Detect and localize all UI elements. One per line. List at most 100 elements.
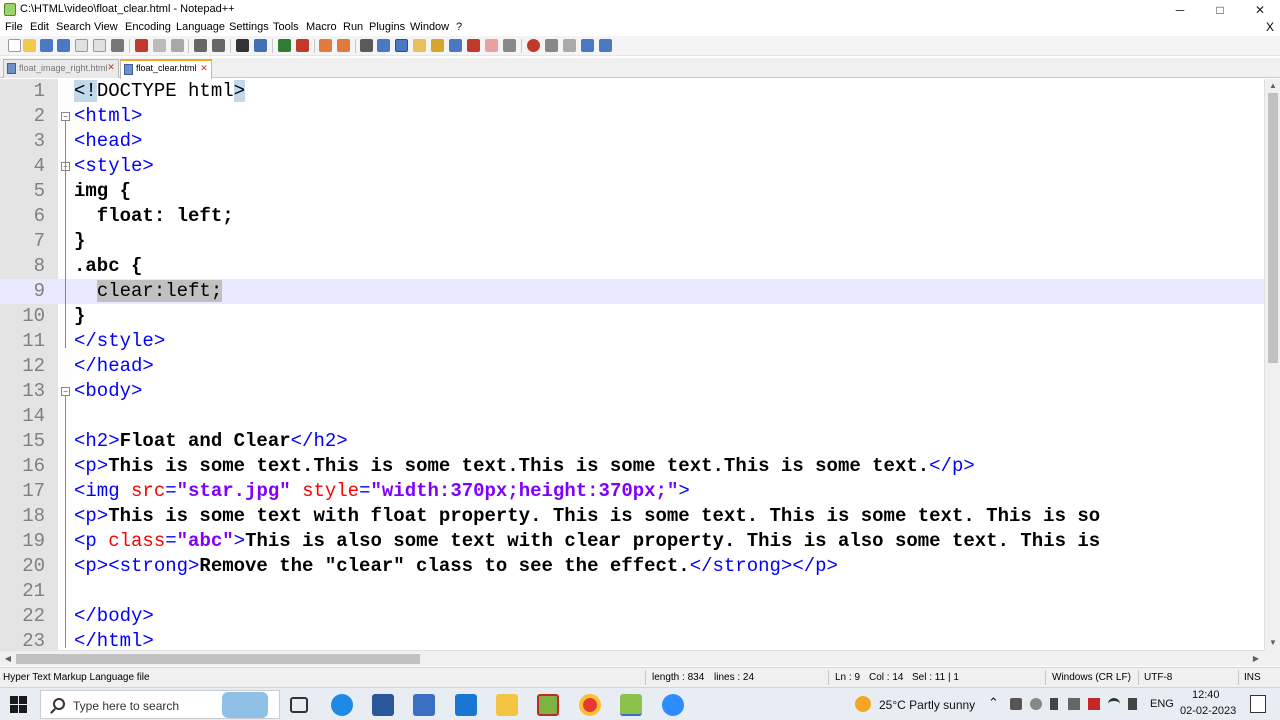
scroll-down-icon[interactable]: ▼	[1265, 636, 1280, 650]
windows-start-icon[interactable]	[10, 696, 27, 713]
sync-horizontal-icon[interactable]	[337, 39, 350, 52]
notification-icon[interactable]	[1250, 695, 1266, 713]
run-macro-multiple-icon[interactable]	[581, 39, 594, 52]
menu-settings[interactable]: Settings	[229, 21, 269, 33]
show-all-characters-icon[interactable]	[377, 39, 390, 52]
word-wrap-icon[interactable]	[360, 39, 373, 52]
code-line[interactable]: 1 <!DOCTYPE html>	[0, 79, 1264, 104]
microphone-icon[interactable]	[1050, 698, 1058, 710]
menu-help[interactable]: ?	[456, 21, 462, 33]
redo-icon[interactable]	[212, 39, 225, 52]
play-macro-icon[interactable]	[563, 39, 576, 52]
meet-now-icon[interactable]	[1010, 698, 1022, 710]
user-language-icon[interactable]	[413, 39, 426, 52]
code-line[interactable]: 6 float: left;	[0, 204, 1264, 229]
menu-search[interactable]: Search	[56, 21, 91, 33]
menu-macro[interactable]: Macro	[306, 21, 337, 33]
close-tab-icon[interactable]: ✕	[106, 63, 116, 73]
code-line[interactable]: 5 img {	[0, 179, 1264, 204]
close-file-icon[interactable]	[75, 39, 88, 52]
stop-macro-icon[interactable]	[545, 39, 558, 52]
undo-icon[interactable]	[194, 39, 207, 52]
code-line[interactable]: 23 </html>	[0, 629, 1264, 650]
fold-toggle-icon[interactable]: −	[61, 387, 70, 396]
clock-time[interactable]: 12:40	[1192, 689, 1220, 701]
scroll-up-icon[interactable]: ▲	[1265, 79, 1280, 93]
scroll-left-icon[interactable]: ◀	[0, 652, 16, 666]
tab-float-clear[interactable]: float_clear.html ✕	[120, 59, 212, 79]
close-tab-icon[interactable]: ✕	[199, 64, 209, 74]
code-line[interactable]: 13 − <body>	[0, 379, 1264, 404]
antivirus-icon[interactable]	[1088, 698, 1100, 710]
indent-guide-icon[interactable]	[395, 39, 408, 52]
open-file-icon[interactable]	[23, 39, 36, 52]
view-icon[interactable]	[503, 39, 516, 52]
file-explorer-icon[interactable]	[496, 694, 518, 716]
weather-icon[interactable]	[855, 696, 871, 712]
status-encoding[interactable]: UTF-8	[1144, 672, 1172, 683]
chrome-icon[interactable]	[579, 694, 601, 716]
search-highlight-icon[interactable]	[222, 692, 268, 718]
new-file-icon[interactable]	[8, 39, 21, 52]
minimize-button[interactable]: ─	[1160, 0, 1200, 20]
code-line[interactable]: 19 <p class="abc">This is also some text …	[0, 529, 1264, 554]
weather-text[interactable]: 25°C Partly sunny	[879, 698, 975, 712]
vertical-scrollbar[interactable]: ▲ ▼	[1264, 79, 1280, 650]
task-view-icon[interactable]	[290, 697, 308, 713]
menu-tools[interactable]: Tools	[273, 21, 299, 33]
horizontal-scrollbar[interactable]: ◀ ▶	[0, 650, 1264, 666]
zoom-icon[interactable]	[662, 694, 684, 716]
code-line[interactable]: 12 </head>	[0, 354, 1264, 379]
sync-vertical-icon[interactable]	[319, 39, 332, 52]
replace-icon[interactable]	[254, 39, 267, 52]
mail-icon[interactable]	[455, 694, 477, 716]
copy-icon[interactable]	[153, 39, 166, 52]
clock-date[interactable]: 02-02-2023	[1180, 705, 1236, 717]
menu-edit[interactable]: Edit	[30, 21, 49, 33]
code-line[interactable]: 8 .abc {	[0, 254, 1264, 279]
code-line[interactable]: 21	[0, 579, 1264, 604]
maximize-button[interactable]: □	[1200, 0, 1240, 20]
volume-icon[interactable]	[1128, 698, 1137, 710]
save-macro-icon[interactable]	[599, 39, 612, 52]
menu-plugins[interactable]: Plugins	[369, 21, 405, 33]
record-macro-icon[interactable]	[527, 39, 540, 52]
menu-file[interactable]: File	[5, 21, 23, 33]
display-icon[interactable]	[1068, 698, 1080, 710]
horizontal-scroll-thumb[interactable]	[16, 654, 420, 664]
winrar-icon[interactable]	[537, 694, 559, 716]
fold-toggle-icon[interactable]: −	[61, 112, 70, 121]
code-line[interactable]: 18 <p>This is some text with float proper…	[0, 504, 1264, 529]
zoom-in-icon[interactable]	[278, 39, 291, 52]
paste-icon[interactable]	[171, 39, 184, 52]
edge-browser-icon[interactable]	[331, 694, 353, 716]
code-line[interactable]: 4−<style>	[0, 154, 1264, 179]
onedrive-icon[interactable]	[1030, 698, 1042, 710]
code-line[interactable]: 10}	[0, 304, 1264, 329]
close-button[interactable]: ✕	[1240, 0, 1280, 20]
chevron-up-icon[interactable]: ⌃	[988, 695, 999, 711]
status-insert-mode[interactable]: INS	[1244, 672, 1261, 683]
monitoring-icon[interactable]	[485, 39, 498, 52]
code-line[interactable]: 9 clear:left;	[0, 279, 1264, 304]
close-document-icon[interactable]: X	[1266, 20, 1274, 34]
wifi-icon[interactable]	[1108, 698, 1120, 710]
code-line[interactable]: 11 </style>	[0, 329, 1264, 354]
menu-language[interactable]: Language	[176, 21, 225, 33]
code-line[interactable]: 22 </body>	[0, 604, 1264, 629]
find-icon[interactable]	[236, 39, 249, 52]
tab-float-image-right[interactable]: float_image_right.html ✕	[3, 59, 119, 78]
save-all-icon[interactable]	[57, 39, 70, 52]
menu-encoding[interactable]: Encoding	[125, 21, 171, 33]
document-map-icon[interactable]	[431, 39, 444, 52]
code-line[interactable]: 17 <img src="star.jpg" style="width:370px…	[0, 479, 1264, 504]
code-line[interactable]: 15 <h2>Float and Clear</h2>	[0, 429, 1264, 454]
function-list-icon[interactable]	[449, 39, 462, 52]
print-icon[interactable]	[111, 39, 124, 52]
code-editor[interactable]: 1<!DOCTYPE html>2−<html>3<head>4−<style>…	[0, 79, 1264, 650]
folder-workspace-icon[interactable]	[467, 39, 480, 52]
save-icon[interactable]	[40, 39, 53, 52]
menu-run[interactable]: Run	[343, 21, 363, 33]
input-language[interactable]: ENG	[1150, 698, 1174, 710]
close-all-icon[interactable]	[93, 39, 106, 52]
